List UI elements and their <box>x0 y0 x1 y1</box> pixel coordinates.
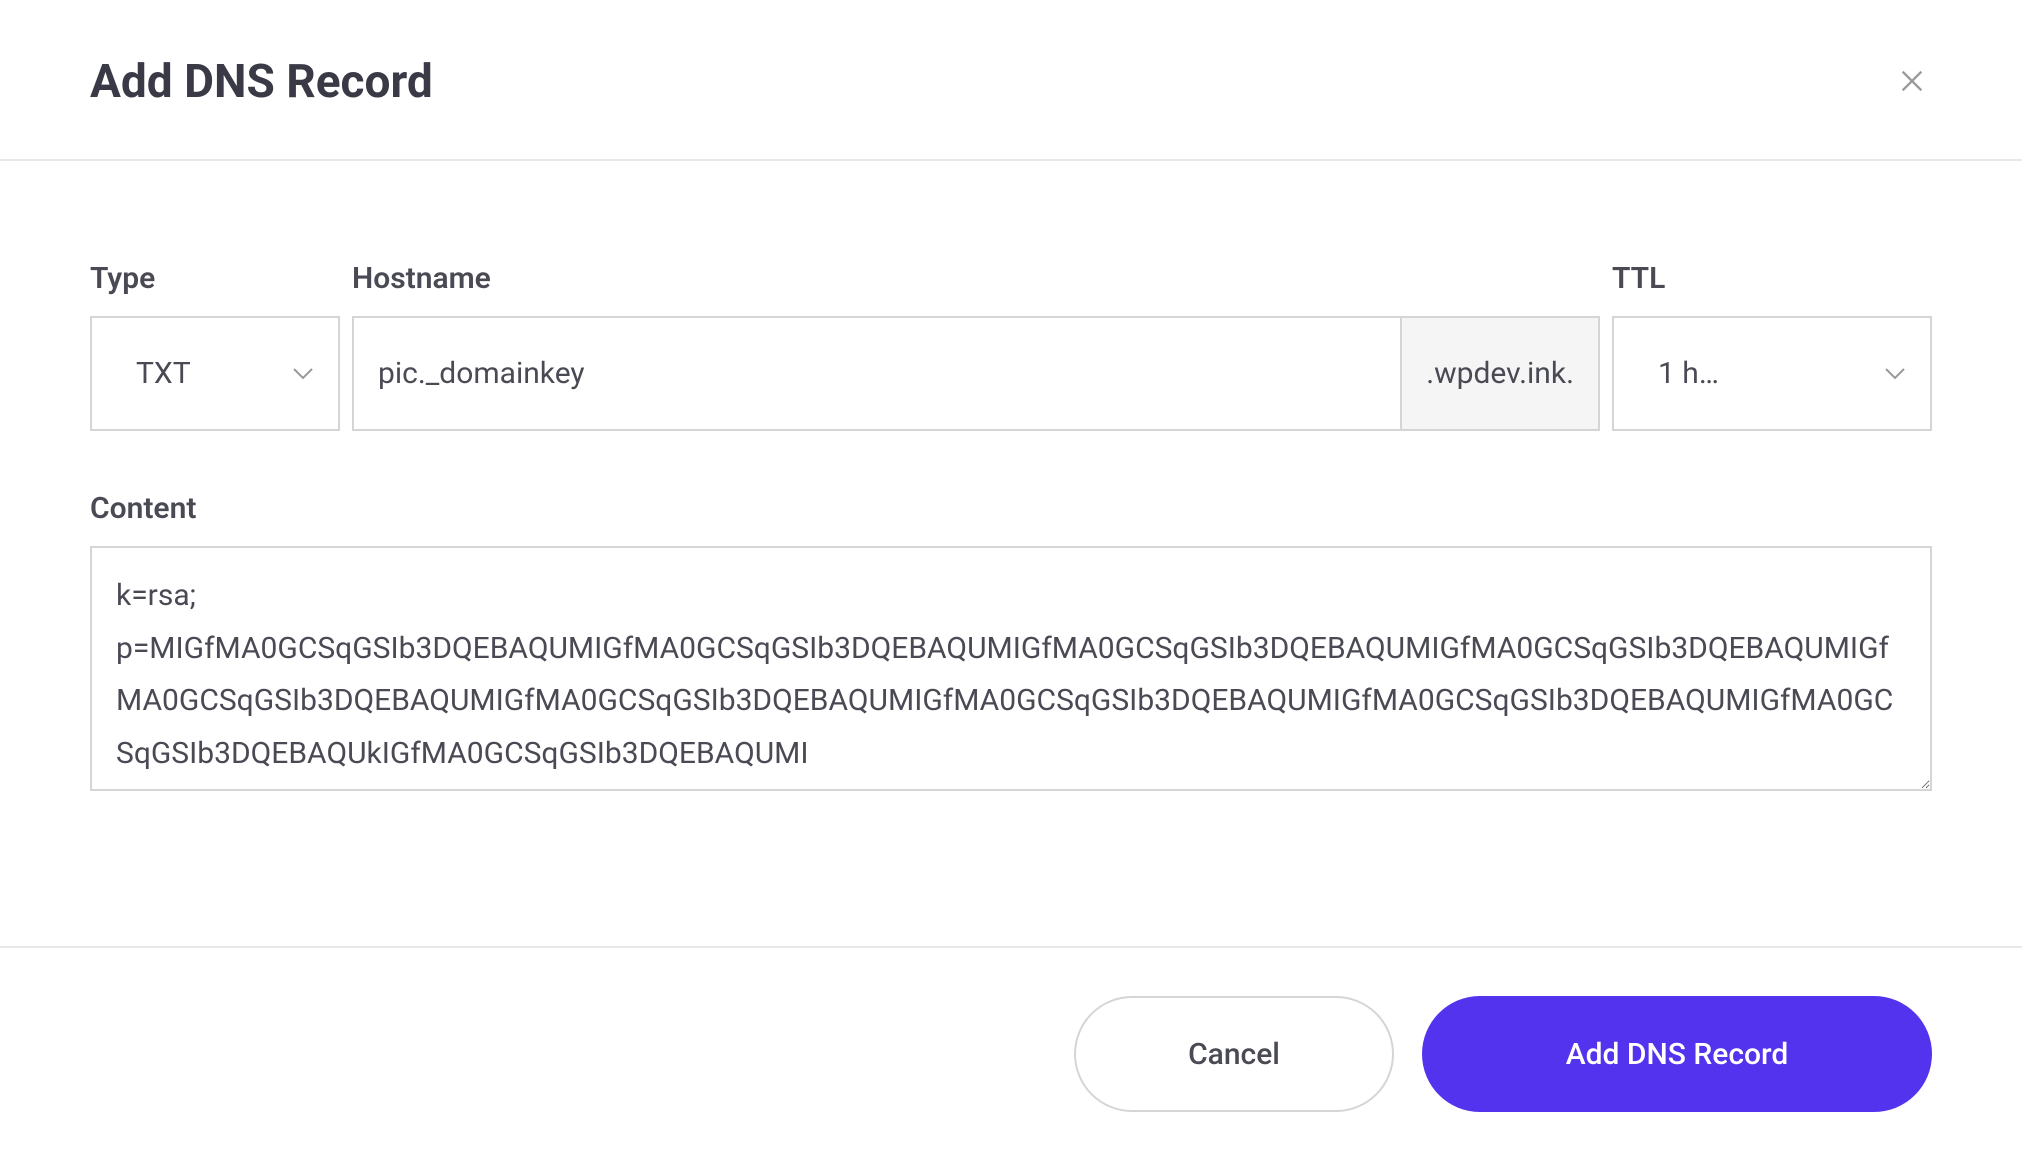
ttl-value: 1 h… <box>1638 356 1884 391</box>
hostname-suffix: .wpdev.ink. <box>1400 318 1598 429</box>
type-select[interactable]: TXT <box>90 316 340 431</box>
hostname-field-group: Hostname .wpdev.ink. <box>352 261 1600 431</box>
ttl-label: TTL <box>1612 261 1932 296</box>
add-dns-record-button[interactable]: Add DNS Record <box>1422 996 1932 1112</box>
close-icon <box>1898 67 1926 98</box>
modal-title: Add DNS Record <box>90 55 433 109</box>
hostname-label: Hostname <box>352 261 1600 296</box>
chevron-down-icon <box>1884 367 1906 381</box>
modal-header: Add DNS Record <box>0 0 2022 161</box>
chevron-down-icon <box>292 367 314 381</box>
close-button[interactable] <box>1892 62 1932 102</box>
content-field-group: Content <box>90 491 1932 791</box>
field-row-top: Type TXT Hostname .wpdev.ink. <box>90 261 1932 431</box>
type-field-group: Type TXT <box>90 261 340 431</box>
type-label: Type <box>90 261 340 296</box>
hostname-wrapper: .wpdev.ink. <box>352 316 1600 431</box>
cancel-button[interactable]: Cancel <box>1074 996 1394 1112</box>
hostname-input[interactable] <box>354 318 1400 429</box>
ttl-field-group: TTL 1 h… <box>1612 261 1932 431</box>
content-label: Content <box>90 491 1932 526</box>
add-dns-record-modal: Add DNS Record Type TXT <box>0 0 2022 1160</box>
type-value: TXT <box>116 356 292 391</box>
content-textarea[interactable] <box>90 546 1932 791</box>
modal-footer: Cancel Add DNS Record <box>0 948 2022 1160</box>
ttl-select[interactable]: 1 h… <box>1612 316 1932 431</box>
modal-body: Type TXT Hostname .wpdev.ink. <box>0 161 2022 948</box>
